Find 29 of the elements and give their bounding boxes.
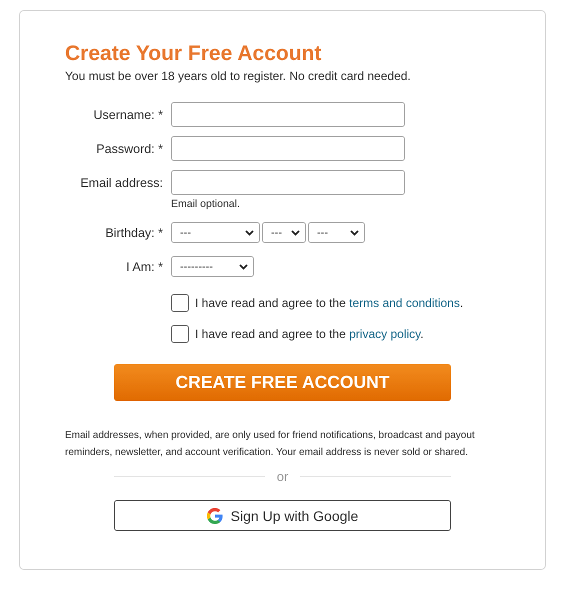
checkbox[interactable] [171, 325, 189, 343]
subtitle: You must be over 18 years old to register. No credit card needed. [65, 69, 412, 83]
disclaimer-text: Email addresses, when provided, are only used for friend notifications, broadcast and payout reminders, newsletter, and account verification. Your email address is never sold or shared. [65, 429, 476, 460]
input-field[interactable] [171, 170, 405, 195]
password-field[interactable] [171, 136, 405, 161]
field-label: Username: * [92, 108, 163, 122]
caret-icon [245, 230, 254, 236]
caret-icon [350, 230, 359, 236]
divider-text: or [276, 469, 288, 484]
dropdown[interactable]: --------- [171, 256, 254, 277]
dropdown[interactable]: --- [308, 222, 365, 243]
field-label: I Am: * [125, 260, 163, 274]
caret-icon [291, 230, 300, 236]
google-signup-button[interactable]: Sign Up with Google [114, 500, 451, 531]
agreement-text: I have read and agree to the terms and conditions. [195, 296, 464, 310]
field-label: Birthday: * [104, 226, 163, 240]
dropdown[interactable]: --- [262, 222, 306, 243]
checkbox[interactable] [171, 294, 189, 312]
page-title: Create Your Free Account [65, 41, 322, 67]
link[interactable]: privacy policy [349, 327, 420, 341]
link[interactable]: terms and conditions [349, 296, 460, 310]
dropdown[interactable]: --- [171, 222, 260, 243]
input-field[interactable] [171, 102, 405, 127]
field-hint: Email optional. [171, 198, 241, 210]
caret-icon [239, 264, 248, 270]
agreement-text: I have read and agree to the privacy policy. [195, 327, 424, 341]
field-label: Password: * [95, 142, 163, 156]
field-label: Email address: [79, 176, 163, 190]
google-icon [206, 508, 223, 524]
